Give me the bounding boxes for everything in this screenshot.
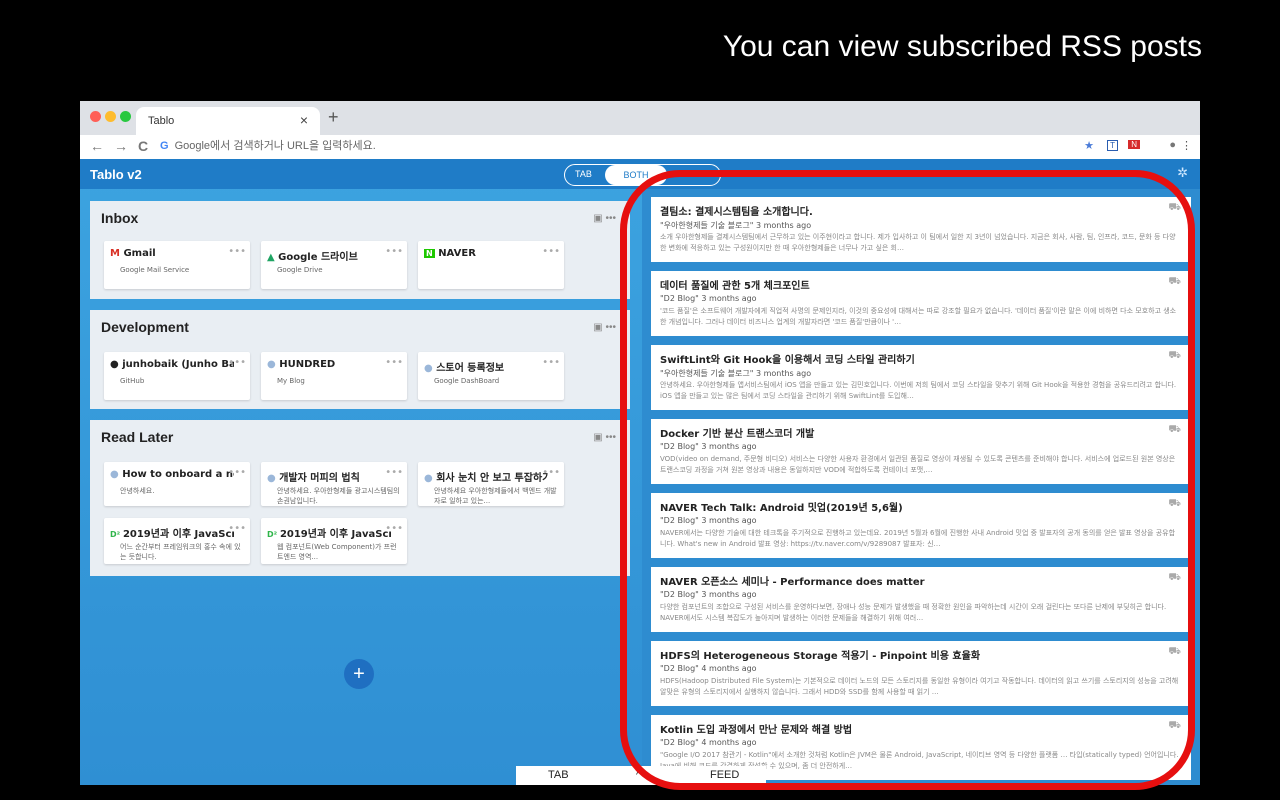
card-subtitle: My Blog [277, 377, 305, 385]
panel-title: Development [101, 319, 189, 335]
tab-card[interactable]: N NAVER ••• [418, 241, 564, 289]
card-title: 회사 눈치 안 보고 투잡하기 [436, 473, 548, 484]
tab-close-icon[interactable]: × [300, 112, 308, 128]
tab-card[interactable]: ● 스토어 등록정보 ••• Google DashBoard [418, 352, 564, 400]
card-subtitle: 안녕하세요 우아한형제들에서 백엔드 개발자로 일하고 있는... [434, 487, 557, 505]
panel-title: Read Later [101, 429, 174, 445]
panel-menu-icon[interactable]: ▣ ••• [593, 213, 616, 224]
globe-icon: ● [424, 363, 437, 374]
panel-menu-icon[interactable]: ▣ ••• [593, 432, 616, 443]
globe-icon: ● [267, 473, 280, 484]
card-menu-icon[interactable]: ••• [385, 523, 403, 534]
forward-icon[interactable]: → [114, 138, 128, 154]
tab-bar: Tablo × + [80, 101, 1200, 135]
close-window-button[interactable] [90, 111, 101, 122]
tab-title: Tablo [148, 115, 175, 127]
naver-extension-icon[interactable]: N [1128, 140, 1140, 149]
card-title: Gmail [123, 248, 156, 259]
card-subtitle: Google DashBoard [434, 377, 500, 385]
card-subtitle: 안녕하세요. 우아한형제들 광고시스템팀의 손권남입니다. [277, 487, 400, 505]
browser-toolbar: ← → C G Google에서 검색하거나 URL을 입력하세요. ★ T N … [80, 135, 1200, 160]
card-subtitle: 어느 순간부터 프레임워크의 홍수 속에 있는 듯합니다. [120, 543, 241, 561]
panel-read-later: Read Later ▣ ••• ● How to onboard a new … [90, 420, 630, 576]
google-icon: G [160, 140, 169, 152]
card-subtitle: 웹 컴포넌트(Web Component)가 프런트엔드 영역... [277, 543, 397, 561]
naver-icon: N [424, 249, 435, 258]
panel-development: Development ▣ ••• ● junhobaik (Junho Bai… [90, 310, 630, 409]
reload-icon[interactable]: C [138, 138, 148, 154]
card-menu-icon[interactable]: ••• [228, 523, 246, 534]
globe-icon: ● [424, 473, 437, 484]
card-menu-icon[interactable]: ••• [228, 357, 246, 368]
github-icon: ● [110, 359, 123, 370]
tab-card[interactable]: ● junhobaik (Junho Baik) ••• GitHub [104, 352, 250, 400]
panel-menu-icon[interactable]: ▣ ••• [593, 322, 616, 333]
bottom-tab-button[interactable]: TAB [548, 769, 569, 781]
gear-icon[interactable]: ✲ [1177, 165, 1188, 181]
caption-text: You can view subscribed RSS posts [722, 30, 1202, 63]
maximize-window-button[interactable] [120, 111, 131, 122]
add-panel-button[interactable]: + [344, 659, 374, 689]
back-icon[interactable]: ← [90, 138, 104, 154]
card-menu-icon[interactable]: ••• [385, 357, 403, 368]
browser-tab[interactable]: Tablo × [136, 107, 320, 135]
card-menu-icon[interactable]: ••• [385, 246, 403, 257]
tablo-extension-icon[interactable]: T [1107, 140, 1118, 151]
tab-card[interactable]: ● 회사 눈치 안 보고 투잡하기 ••• 안녕하세요 우아한형제들에서 백엔드… [418, 462, 564, 506]
card-menu-icon[interactable]: ••• [228, 246, 246, 257]
minimize-window-button[interactable] [105, 111, 116, 122]
card-title: 2019년과 이후 JavaScript의 [122, 529, 234, 540]
tab-card[interactable]: ● 개발자 머피의 법칙 ••• 안녕하세요. 우아한형제들 광고시스템팀의 손… [261, 462, 407, 506]
menu-icon[interactable]: ⋮ [1181, 139, 1192, 152]
profile-avatar[interactable]: ● [1169, 139, 1176, 151]
card-menu-icon[interactable]: ••• [542, 467, 560, 478]
gmail-icon: M [110, 248, 124, 259]
card-title: HUNDRED [279, 359, 336, 370]
card-title: 2019년과 이후 JavaScript의 [279, 529, 391, 540]
card-title: NAVER [438, 248, 476, 259]
card-menu-icon[interactable]: ••• [228, 467, 246, 478]
tab-card[interactable]: ● How to onboard a new hir ••• 안녕하세요. [104, 462, 250, 506]
card-subtitle: 안녕하세요. [120, 487, 155, 495]
card-menu-icon[interactable]: ••• [385, 467, 403, 478]
tab-card[interactable]: D² 2019년과 이후 JavaScript의 ••• 웹 컴포넌트(Web … [261, 518, 407, 564]
globe-icon: ● [267, 359, 280, 370]
card-title: Google 드라이브 [278, 252, 358, 263]
tab-card[interactable]: D² 2019년과 이후 JavaScript의 ••• 어느 순간부터 프레임… [104, 518, 250, 564]
card-subtitle: Google Drive [277, 266, 323, 274]
card-title: How to onboard a new hir [122, 469, 234, 480]
toggle-tab[interactable]: TAB [575, 169, 592, 179]
address-placeholder: Google에서 검색하거나 URL을 입력하세요. [174, 140, 376, 152]
new-tab-button[interactable]: + [328, 107, 339, 128]
bookmark-star-icon[interactable]: ★ [1084, 139, 1094, 152]
tab-card[interactable]: ▲ Google 드라이브 ••• Google Drive [261, 241, 407, 289]
tab-card[interactable]: M Gmail ••• Google Mail Service [104, 241, 250, 289]
tab-card[interactable]: ● HUNDRED ••• My Blog [261, 352, 407, 400]
app-title: Tablo v2 [90, 167, 142, 182]
google-drive-icon: ▲ [267, 252, 279, 263]
card-title: 개발자 머피의 법칙 [279, 473, 360, 484]
address-bar[interactable]: G Google에서 검색하거나 URL을 입력하세요. [160, 137, 376, 153]
card-subtitle: GitHub [120, 377, 145, 385]
card-title: junhobaik (Junho Baik) [122, 359, 234, 370]
d2-icon: D² [267, 530, 280, 539]
card-title: 스토어 등록정보 [436, 363, 505, 374]
globe-icon: ● [110, 469, 123, 480]
card-menu-icon[interactable]: ••• [542, 246, 560, 257]
panel-inbox: Inbox ▣ ••• M Gmail ••• Google Mail Serv… [90, 201, 630, 299]
highlight-circle [620, 170, 1195, 790]
d2-icon: D² [110, 530, 123, 539]
panel-title: Inbox [101, 210, 139, 226]
card-menu-icon[interactable]: ••• [542, 357, 560, 368]
card-subtitle: Google Mail Service [120, 266, 190, 274]
